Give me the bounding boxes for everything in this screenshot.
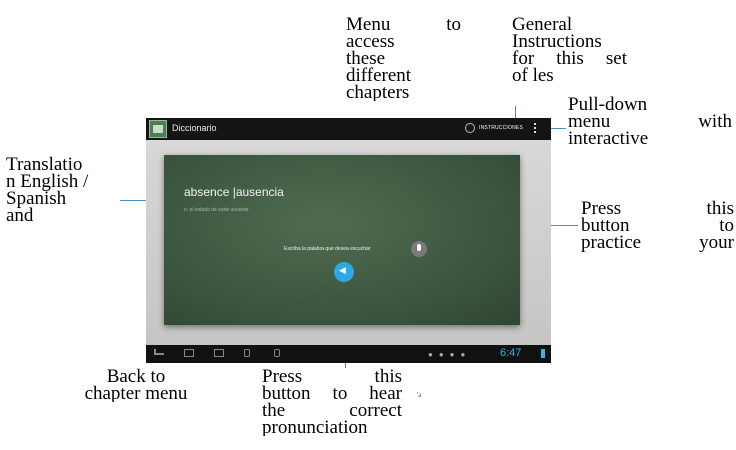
- speaker-icon[interactable]: [334, 262, 354, 282]
- clock: 6:47: [500, 347, 522, 359]
- stray-mark: 'a: [417, 391, 422, 399]
- content-area: absence |ausencia n. el estado de estar …: [146, 140, 551, 345]
- tablet-screen: Diccionario INSTRUCCIONES absence |ausen…: [146, 118, 551, 363]
- wifi-icon: ●●●●: [428, 350, 472, 359]
- translation-word: absence |ausencia: [184, 185, 284, 199]
- app-title: Diccionario: [172, 123, 217, 133]
- callout-line: chapters: [346, 82, 410, 101]
- home-icon[interactable]: [184, 349, 194, 357]
- action-bar: Diccionario INSTRUCCIONES: [146, 118, 551, 140]
- chalkboard: absence |ausencia n. el estado de estar …: [164, 155, 520, 325]
- callout-line: pronunciation: [262, 417, 368, 436]
- volume-down-icon[interactable]: [244, 349, 250, 357]
- system-nav-bar: ●●●● 6:47: [146, 345, 551, 363]
- back-icon[interactable]: [154, 349, 164, 355]
- callout-line: chapter menu: [84, 383, 188, 402]
- prompt-text: Escriba la palabra que desea escuchar: [284, 246, 371, 252]
- definition-text: n. el estado de estar ausente: [184, 207, 249, 213]
- callout-menu: Menu to access these different chapters: [346, 16, 461, 101]
- callout-line: practice your: [581, 232, 734, 253]
- callout-line: of les: [512, 65, 554, 86]
- battery-icon: [541, 349, 545, 358]
- help-icon[interactable]: [465, 123, 475, 133]
- callout-practice: Press this button to practice your: [581, 200, 734, 270]
- callout-instructions: General Instructions for this set of les: [512, 16, 627, 96]
- instructions-button[interactable]: INSTRUCCIONES: [479, 125, 523, 131]
- app-logo-icon[interactable]: [149, 120, 167, 138]
- callout-hear: Press this button to hear the correct pr…: [262, 368, 402, 436]
- recent-apps-icon[interactable]: [214, 349, 224, 357]
- callout-line: interactive: [568, 128, 649, 149]
- callout-line: and: [6, 205, 34, 226]
- volume-up-icon[interactable]: [274, 349, 280, 357]
- callout-translation: Translatio n English / Spanish and: [6, 156, 126, 232]
- callout-pulldown: Pull-down menu with interactive: [568, 96, 732, 154]
- overflow-menu-icon[interactable]: [534, 123, 537, 135]
- microphone-icon[interactable]: [411, 241, 427, 257]
- callout-back: Back to chapter menu: [66, 368, 206, 402]
